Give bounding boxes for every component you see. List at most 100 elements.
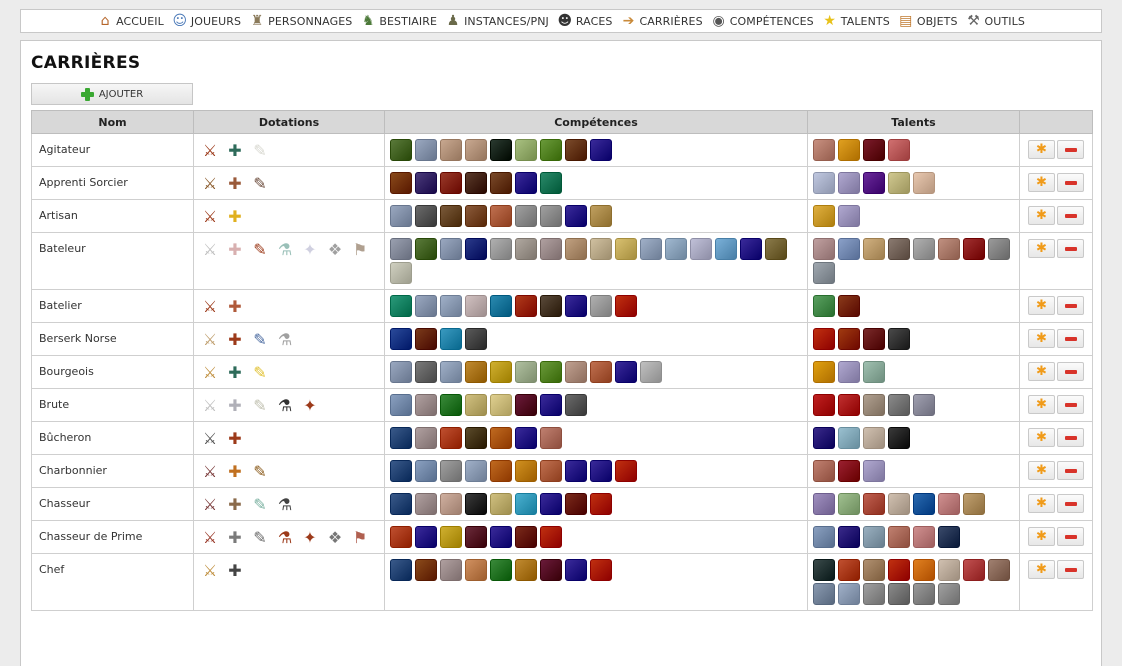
item-icon[interactable]: ✚ (224, 460, 246, 482)
table-row[interactable]: Bûcheron ⚔ ✚ ✱ (31, 421, 1093, 455)
career-name[interactable]: Bateleur (31, 232, 194, 290)
talent-icon[interactable] (938, 526, 960, 548)
delete-button[interactable] (1057, 494, 1084, 513)
skill-icon[interactable] (465, 460, 487, 482)
talent-icon[interactable] (838, 361, 860, 383)
skill-icon[interactable] (540, 493, 562, 515)
skill-icon[interactable] (490, 493, 512, 515)
skill-icon[interactable] (415, 361, 437, 383)
skill-icon[interactable] (490, 394, 512, 416)
skill-icon[interactable] (465, 172, 487, 194)
talent-icon[interactable] (888, 238, 910, 260)
talent-icon[interactable] (813, 559, 835, 581)
career-name[interactable]: Chasseur (31, 487, 194, 521)
item-icon[interactable]: ⚗ (274, 493, 296, 515)
item-icon[interactable]: ✚ (224, 493, 246, 515)
skill-icon[interactable] (515, 172, 537, 194)
skill-icon[interactable] (590, 139, 612, 161)
talent-icon[interactable] (863, 559, 885, 581)
item-icon[interactable]: ⚔ (199, 172, 221, 194)
skill-icon[interactable] (715, 238, 737, 260)
item-icon[interactable]: ✚ (224, 394, 246, 416)
career-name[interactable]: Chef (31, 553, 194, 611)
talent-icon[interactable] (863, 328, 885, 350)
table-row[interactable]: Berserk Norse ⚔ ✚ ✎ ⚗ ✱ (31, 322, 1093, 356)
edit-button[interactable]: ✱ (1028, 206, 1055, 225)
talent-icon[interactable] (838, 172, 860, 194)
skill-icon[interactable] (390, 394, 412, 416)
item-icon[interactable]: ✚ (224, 139, 246, 161)
talent-icon[interactable] (838, 526, 860, 548)
talent-icon[interactable] (813, 427, 835, 449)
skill-icon[interactable] (615, 295, 637, 317)
skill-icon[interactable] (440, 394, 462, 416)
talent-icon[interactable] (938, 559, 960, 581)
skill-icon[interactable] (465, 328, 487, 350)
column-header-dotations[interactable]: Dotations (193, 110, 385, 134)
skill-icon[interactable] (565, 205, 587, 227)
item-icon[interactable]: ⚗ (274, 238, 296, 260)
item-icon[interactable]: ✚ (224, 328, 246, 350)
skill-icon[interactable] (615, 460, 637, 482)
skill-icon[interactable] (465, 361, 487, 383)
skill-icon[interactable] (415, 460, 437, 482)
skill-icon[interactable] (515, 139, 537, 161)
nav-item-instances-pnj[interactable]: ♟ INSTANCES/PNJ (441, 10, 553, 32)
talent-icon[interactable] (813, 139, 835, 161)
nav-item-races[interactable]: ☻ RACES (553, 10, 617, 32)
skill-icon[interactable] (540, 394, 562, 416)
skill-icon[interactable] (465, 238, 487, 260)
edit-button[interactable]: ✱ (1028, 329, 1055, 348)
skill-icon[interactable] (590, 295, 612, 317)
skill-icon[interactable] (590, 205, 612, 227)
skill-icon[interactable] (465, 427, 487, 449)
skill-icon[interactable] (540, 295, 562, 317)
skill-icon[interactable] (515, 394, 537, 416)
item-icon[interactable]: ❖ (324, 238, 346, 260)
skill-icon[interactable] (415, 526, 437, 548)
skill-icon[interactable] (540, 427, 562, 449)
edit-button[interactable]: ✱ (1028, 494, 1055, 513)
item-icon[interactable]: ✚ (224, 559, 246, 581)
skill-icon[interactable] (490, 139, 512, 161)
talent-icon[interactable] (888, 172, 910, 194)
table-row[interactable]: Bateleur ⚔ ✚ ✎ ⚗ ✦ ❖ ⚑ ✱ (31, 232, 1093, 290)
delete-button[interactable] (1057, 206, 1084, 225)
item-icon[interactable]: ✎ (249, 361, 271, 383)
talent-icon[interactable] (963, 493, 985, 515)
skill-icon[interactable] (515, 238, 537, 260)
nav-item-talents[interactable]: ★ TALENTS (818, 10, 894, 32)
nav-item-carrières[interactable]: ➔ CARRIÈRES (617, 10, 707, 32)
skill-icon[interactable] (540, 139, 562, 161)
item-icon[interactable]: ✎ (249, 493, 271, 515)
item-icon[interactable]: ✚ (224, 295, 246, 317)
talent-icon[interactable] (888, 394, 910, 416)
skill-icon[interactable] (490, 559, 512, 581)
item-icon[interactable]: ✎ (249, 172, 271, 194)
nav-item-joueurs[interactable]: ☺ JOUEURS (168, 10, 245, 32)
skill-icon[interactable] (565, 139, 587, 161)
talent-icon[interactable] (863, 172, 885, 194)
talent-icon[interactable] (838, 238, 860, 260)
skill-icon[interactable] (415, 139, 437, 161)
edit-button[interactable]: ✱ (1028, 362, 1055, 381)
talent-icon[interactable] (888, 427, 910, 449)
skill-icon[interactable] (465, 295, 487, 317)
delete-button[interactable] (1057, 296, 1084, 315)
talent-icon[interactable] (813, 493, 835, 515)
skill-icon[interactable] (515, 427, 537, 449)
skill-icon[interactable] (565, 238, 587, 260)
skill-icon[interactable] (490, 295, 512, 317)
edit-button[interactable]: ✱ (1028, 173, 1055, 192)
talent-icon[interactable] (813, 460, 835, 482)
table-row[interactable]: Chasseur de Prime ⚔ ✚ ✎ ⚗ ✦ ❖ ⚑ ✱ (31, 520, 1093, 554)
edit-button[interactable]: ✱ (1028, 239, 1055, 258)
delete-button[interactable] (1057, 428, 1084, 447)
skill-icon[interactable] (515, 205, 537, 227)
item-icon[interactable]: ✎ (249, 394, 271, 416)
career-name[interactable]: Bourgeois (31, 355, 194, 389)
item-icon[interactable]: ⚑ (349, 238, 371, 260)
table-row[interactable]: Chasseur ⚔ ✚ ✎ ⚗ ✱ (31, 487, 1093, 521)
edit-button[interactable]: ✱ (1028, 140, 1055, 159)
skill-icon[interactable] (740, 238, 762, 260)
